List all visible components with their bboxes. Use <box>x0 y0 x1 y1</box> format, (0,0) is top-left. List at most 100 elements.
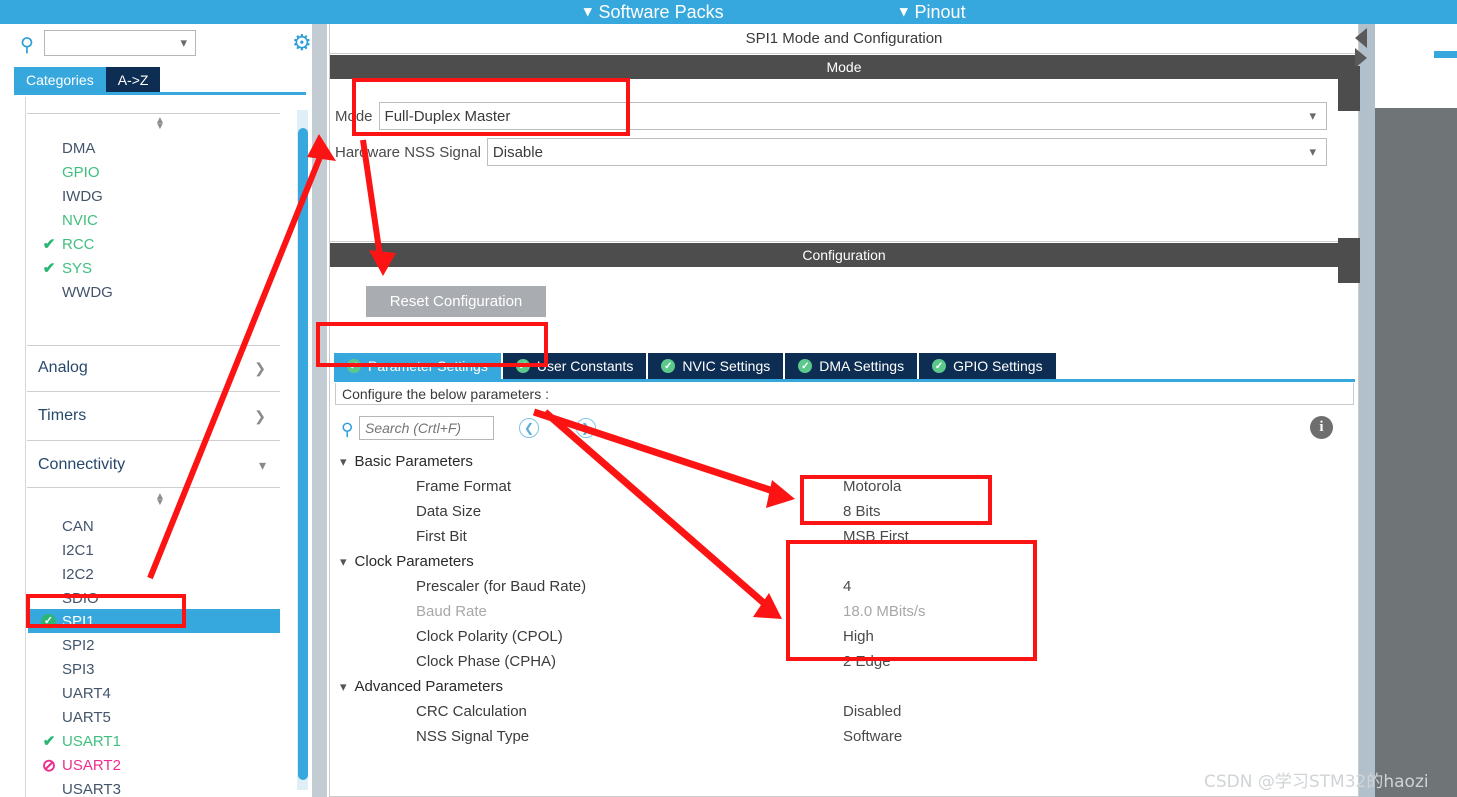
check-icon: ✓ <box>661 359 676 373</box>
chevron-left-circle-icon[interactable]: ❮ <box>519 418 539 438</box>
sidebar-item-dma[interactable]: DMA <box>28 136 280 160</box>
page-title: SPI1 Mode and Configuration <box>330 24 1358 54</box>
menu-item-pinout[interactable]: ▾ Pinout <box>900 0 966 24</box>
panel-divider-block <box>1338 66 1360 111</box>
configure-hint-text: Configure the below parameters : <box>335 383 1354 405</box>
parameter-name: First Bit <box>416 528 467 545</box>
parameter-group-basic-label: Basic Parameters <box>354 453 473 470</box>
parameter-group-clock[interactable]: ▾ Clock Parameters <box>340 549 474 574</box>
parameter-name: Prescaler (for Baud Rate) <box>416 578 587 595</box>
sidebar-item-label: SPI3 <box>62 660 95 678</box>
sidebar-item-label: RCC <box>62 235 95 253</box>
chevron-down-icon: ▾ <box>1309 144 1316 159</box>
sidebar-search-combo[interactable]: ▾ <box>44 30 196 56</box>
tab-nvic-settings[interactable]: ✓ NVIC Settings <box>648 353 784 379</box>
gear-icon[interactable]: ⚙ <box>292 32 312 54</box>
sidebar-item-can[interactable]: CAN <box>28 514 280 538</box>
sidebar-group-timers-label: Timers <box>38 407 87 424</box>
tab-user-constants-label: User Constants <box>536 358 634 374</box>
sidebar-outer-scrollbar[interactable] <box>312 24 327 797</box>
sidebar-item-label: USART3 <box>62 780 121 797</box>
annotation-box-spi1 <box>26 594 186 628</box>
sidebar-group-connectivity[interactable]: Connectivity ▾ <box>28 445 280 485</box>
chevron-right-icon: ❯ <box>254 359 266 376</box>
sidebar-item-label: I2C1 <box>62 541 94 559</box>
sidebar-inner-scrollbar-thumb[interactable] <box>298 128 308 780</box>
right-panel-blue-indicator <box>1434 51 1457 58</box>
parameter-name: Frame Format <box>416 478 512 495</box>
sidebar-tab-a-to-z[interactable]: A->Z <box>105 67 161 92</box>
sidebar-item-rcc[interactable]: ✔ RCC <box>28 232 280 256</box>
sidebar-item-label: WWDG <box>62 283 113 301</box>
reset-configuration-button[interactable]: Reset Configuration <box>366 286 546 317</box>
tab-dma-settings-label: DMA Settings <box>819 358 905 374</box>
sidebar-item-i2c2[interactable]: I2C2 <box>28 562 280 586</box>
section-header-mode: Mode <box>330 55 1358 79</box>
sidebar-item-nvic[interactable]: NVIC <box>28 208 280 232</box>
chevron-right-icon: ❯ <box>254 407 266 424</box>
parameter-name: Baud Rate <box>416 603 487 620</box>
parameter-value[interactable]: Software <box>843 724 902 749</box>
sidebar-group-analog[interactable]: Analog ❯ <box>28 348 280 388</box>
scroll-up-down-spinner[interactable]: ▲ ▼ <box>153 492 167 508</box>
sidebar-item-label: SPI2 <box>62 636 95 654</box>
sidebar-group-connectivity-label: Connectivity <box>38 456 126 473</box>
sidebar-item-usart3[interactable]: USART3 <box>28 777 280 797</box>
sidebar-item-label: NVIC <box>62 211 98 229</box>
sidebar-item-usart2[interactable]: ⊘ USART2 <box>28 753 280 777</box>
annotation-box-data-size-first-bit <box>800 475 992 525</box>
parameter-value[interactable]: Disabled <box>843 699 901 724</box>
divider <box>27 113 280 114</box>
tab-gpio-settings-label: GPIO Settings <box>953 358 1043 374</box>
search-icon: ⚲ <box>20 35 34 56</box>
parameter-group-row[interactable]: ▾ Advanced Parameters <box>330 674 1358 699</box>
tab-dma-settings[interactable]: ✓ DMA Settings <box>785 353 918 379</box>
configuration-tabs-underline <box>334 379 1355 382</box>
sidebar-tab-categories[interactable]: Categories <box>14 67 106 92</box>
parameter-group-row[interactable]: ▾ Basic Parameters <box>330 449 1358 474</box>
annotation-box-clock-params <box>786 540 1037 661</box>
parameter-group-advanced[interactable]: ▾ Advanced Parameters <box>340 674 503 699</box>
watermark: CSDN @学习STM32的haozi <box>1204 772 1429 792</box>
sidebar-item-spi3[interactable]: SPI3 <box>28 657 280 681</box>
sidebar-item-label: USART2 <box>62 756 121 774</box>
parameter-group-basic[interactable]: ▾ Basic Parameters <box>340 449 473 474</box>
menu-item-software-packs[interactable]: ▾ Software Packs <box>584 0 724 24</box>
sidebar-item-i2c1[interactable]: I2C1 <box>28 538 280 562</box>
sidebar-item-usart1[interactable]: ✔ USART1 <box>28 729 280 753</box>
expand-right-arrow-icon[interactable] <box>1355 48 1367 68</box>
main-vertical-scrollbar[interactable] <box>1359 24 1375 797</box>
sidebar-item-gpio[interactable]: GPIO <box>28 160 280 184</box>
parameter-row[interactable]: NSS Signal Type Software <box>330 724 1358 749</box>
search-input[interactable] <box>359 416 494 440</box>
parameter-row[interactable]: CRC Calculation Disabled <box>330 699 1358 724</box>
sidebar-group-analog-label: Analog <box>38 359 88 376</box>
sidebar-tabs-underline <box>14 92 306 95</box>
chevron-down-icon: ▾ <box>340 453 347 469</box>
annotation-box-parameter-settings-tab <box>316 322 548 367</box>
sidebar-item-label: GPIO <box>62 163 100 181</box>
scroll-up-down-spinner[interactable]: ▲ ▼ <box>153 116 167 132</box>
sidebar-item-label: UART5 <box>62 708 111 726</box>
hardware-nss-select[interactable]: Disable ▾ <box>486 138 1327 166</box>
sidebar-item-wwdg[interactable]: WWDG <box>28 280 280 304</box>
tab-gpio-settings[interactable]: ✓ GPIO Settings <box>919 353 1056 379</box>
sidebar-item-iwdg[interactable]: IWDG <box>28 184 280 208</box>
sidebar-item-sys[interactable]: ✔ SYS <box>28 256 280 280</box>
main-panel: SPI1 Mode and Configuration Mode Mode Fu… <box>329 24 1359 797</box>
sidebar-group-timers[interactable]: Timers ❯ <box>28 396 280 436</box>
sidebar-item-uart5[interactable]: UART5 <box>28 705 280 729</box>
collapse-left-arrow-icon[interactable] <box>1355 28 1367 48</box>
check-icon: ✓ <box>798 359 813 373</box>
divider <box>27 345 280 346</box>
info-icon[interactable]: i <box>1310 416 1333 439</box>
sidebar-item-label: USART1 <box>62 732 121 750</box>
chevron-right-circle-icon[interactable]: ❯ <box>576 418 596 438</box>
sidebar-item-spi2[interactable]: SPI2 <box>28 633 280 657</box>
check-icon: ✓ <box>932 359 947 373</box>
sidebar-item-uart4[interactable]: UART4 <box>28 681 280 705</box>
sidebar-tab-categories-label: Categories <box>26 71 94 88</box>
sidebar-item-label: DMA <box>62 139 96 157</box>
hardware-nss-field-label: Hardware NSS Signal <box>335 143 481 161</box>
parameter-name: Clock Polarity (CPOL) <box>416 628 563 645</box>
